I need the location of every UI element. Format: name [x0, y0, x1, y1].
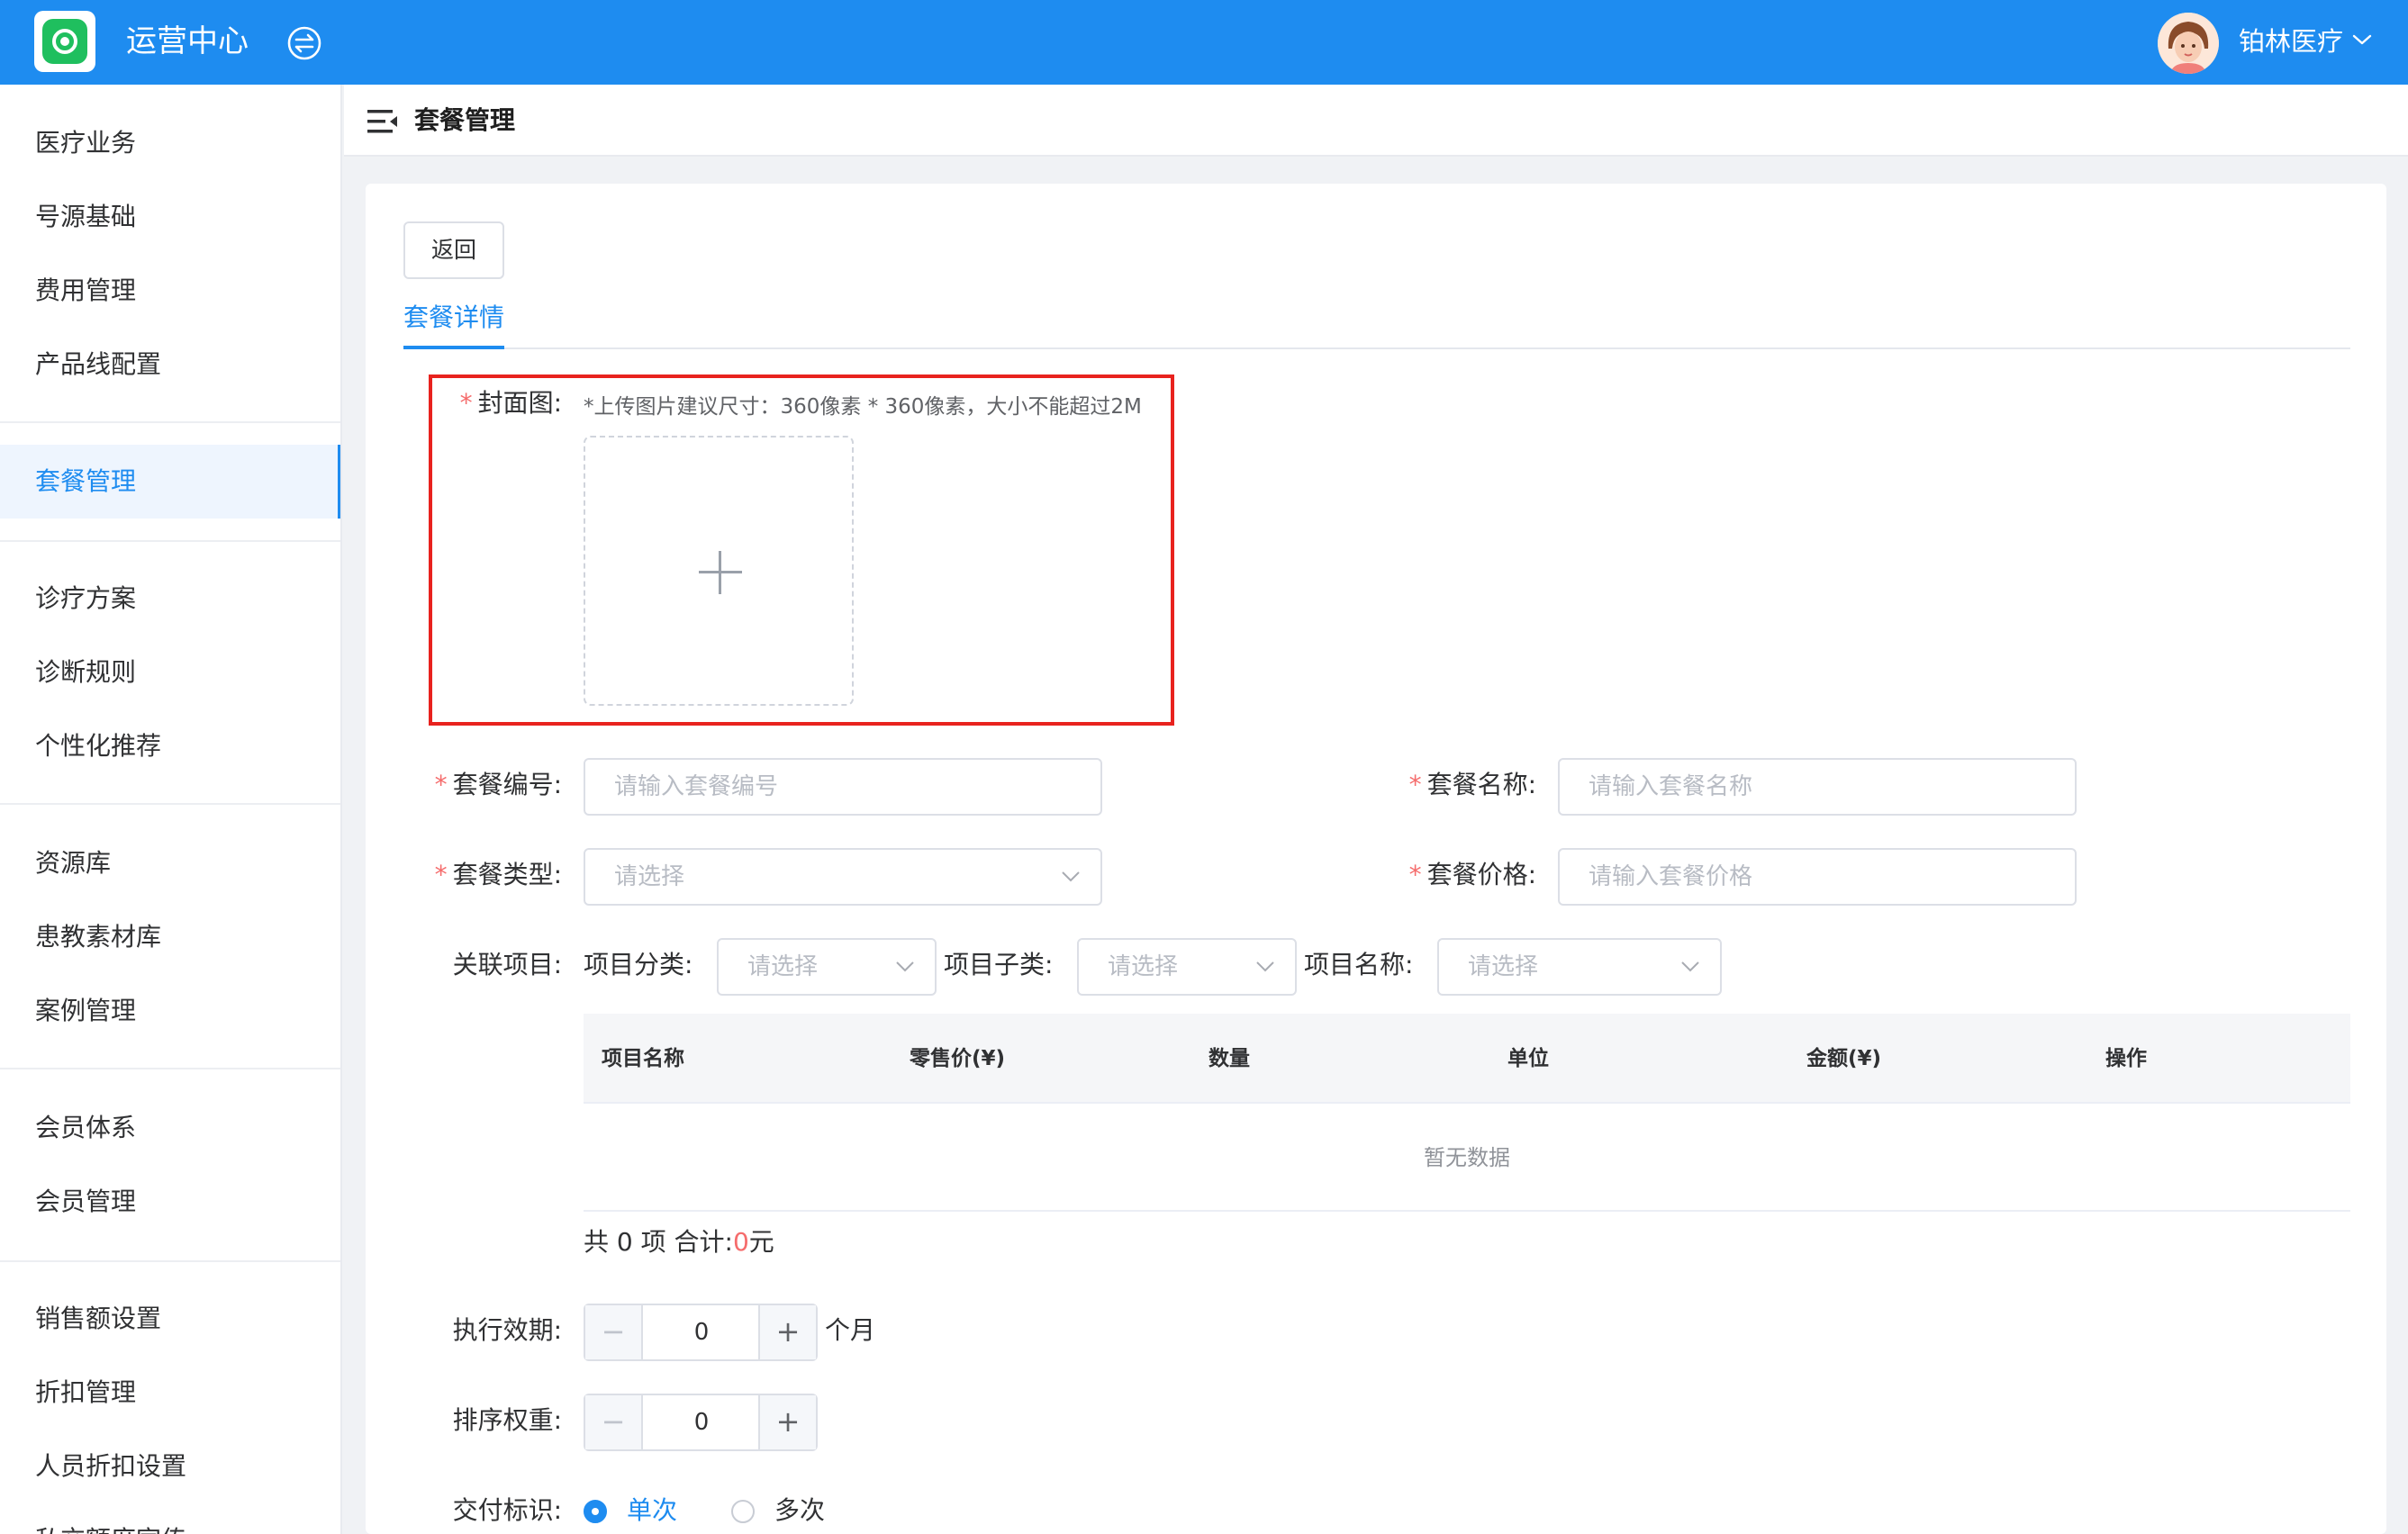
sidebar-item-product-line[interactable]: 产品线配置	[0, 328, 340, 402]
sidebar-divider	[0, 803, 340, 805]
app-logo[interactable]	[34, 11, 95, 72]
page-title: 套餐管理	[414, 105, 516, 135]
delivery-single-label[interactable]: 单次	[627, 1493, 677, 1529]
page-header: 套餐管理	[344, 85, 2408, 157]
table-bottom-border	[584, 1210, 2350, 1212]
sidebar-item-medical-business[interactable]: 医疗业务	[0, 106, 340, 180]
validity-increment-button[interactable]: +	[758, 1305, 816, 1359]
sidebar-item-diagnosis-rules[interactable]: 诊断规则	[0, 636, 340, 709]
chevron-down-icon	[1256, 961, 1274, 972]
items-table-header: 项目名称 零售价(¥) 数量 单位 金额(¥) 操作	[584, 1014, 2350, 1104]
sidebar-divider	[0, 1260, 340, 1262]
package-code-label: * 套餐编号:	[434, 770, 562, 799]
package-name-label: * 套餐名称:	[1408, 770, 1536, 799]
sidebar: 医疗业务 号源基础 费用管理 产品线配置 套餐管理 诊疗方案 诊断规则 个性化推…	[0, 85, 342, 1534]
delivery-single-radio[interactable]	[584, 1500, 607, 1523]
delivery-multiple-label[interactable]: 多次	[774, 1493, 825, 1529]
cover-label: * 封面图:	[459, 388, 562, 418]
table-summary: 共 0 项 合计:0元	[584, 1227, 774, 1257]
package-type-label: * 套餐类型:	[434, 860, 562, 889]
logo-icon	[42, 19, 87, 64]
package-type-select[interactable]: 请选择	[584, 848, 1102, 906]
item-name-label: 项目名称:	[1304, 950, 1414, 979]
sidebar-item-personalized-recommend[interactable]: 个性化推荐	[0, 709, 340, 783]
back-button[interactable]: 返回	[403, 221, 504, 279]
sidebar-item-patient-education[interactable]: 患教素材库	[0, 900, 340, 974]
sidebar-item-treatment-plan[interactable]: 诊疗方案	[0, 562, 340, 636]
chevron-down-icon	[1681, 961, 1699, 972]
top-bar: 运营中心 铂林医疗	[0, 0, 2408, 85]
chevron-down-icon	[1062, 871, 1080, 882]
menu-fold-icon[interactable]	[367, 108, 398, 135]
sidebar-item-staff-discount[interactable]: 人员折扣设置	[0, 1430, 340, 1503]
sidebar-item-resource-library[interactable]: 资源库	[0, 826, 340, 900]
sidebar-item-discount-management[interactable]: 折扣管理	[0, 1356, 340, 1430]
chevron-down-icon	[896, 961, 914, 972]
item-subcategory-label: 项目子类:	[944, 950, 1054, 979]
column-header[interactable]: 操作	[2105, 1041, 2147, 1077]
item-name-select[interactable]: 请选择	[1437, 938, 1722, 996]
item-category-select[interactable]: 请选择	[717, 938, 937, 996]
cover-hint: *上传图片建议尺寸：360像素 * 360像素，大小不能超过2M	[584, 395, 1142, 419]
chevron-down-icon[interactable]	[2352, 31, 2372, 49]
sidebar-item-package-management[interactable]: 套餐管理	[0, 445, 340, 519]
item-name-placeholder: 请选择	[1468, 953, 1539, 980]
item-subcategory-select[interactable]: 请选择	[1077, 938, 1297, 996]
tab-package-detail[interactable]: 套餐详情	[403, 293, 504, 342]
sidebar-item-fee-management[interactable]: 费用管理	[0, 254, 340, 328]
sidebar-divider	[0, 421, 340, 423]
sort-weight-increment-button[interactable]: +	[758, 1395, 816, 1449]
validity-decrement-button[interactable]: −	[585, 1305, 643, 1359]
package-name-input[interactable]: 请输入套餐名称	[1558, 758, 2077, 816]
column-header[interactable]: 单位	[1507, 1041, 1549, 1077]
column-header[interactable]: 零售价(¥)	[910, 1041, 1005, 1077]
switch-arrows-icon[interactable]	[286, 25, 322, 61]
package-type-placeholder: 请选择	[614, 863, 685, 890]
column-header[interactable]: 数量	[1209, 1041, 1250, 1077]
validity-label: 执行效期:	[452, 1315, 562, 1345]
sidebar-divider	[0, 1068, 340, 1069]
item-category-label: 项目分类:	[584, 950, 693, 979]
delivery-multiple-radio[interactable]	[731, 1500, 755, 1523]
validity-stepper: − 0 +	[584, 1304, 818, 1361]
user-name[interactable]: 铂林医疗	[2239, 22, 2343, 61]
table-empty-text: 暂无数据	[1424, 1145, 1510, 1170]
sort-weight-value[interactable]: 0	[645, 1395, 758, 1449]
package-price-label: * 套餐价格:	[1408, 860, 1536, 889]
sidebar-item-member-management[interactable]: 会员管理	[0, 1165, 340, 1239]
item-category-placeholder: 请选择	[747, 953, 819, 980]
sort-weight-stepper: − 0 +	[584, 1394, 818, 1451]
cover-upload-box[interactable]	[584, 436, 854, 706]
sidebar-item-partial[interactable]: 私交额度宣传	[0, 1503, 340, 1534]
delivery-label: 交付标识:	[452, 1495, 562, 1525]
app-title: 运营中心	[126, 23, 249, 59]
sidebar-divider	[0, 540, 340, 542]
avatar-icon	[2158, 13, 2219, 74]
sidebar-item-case-management[interactable]: 案例管理	[0, 974, 340, 1048]
summary-total: 0	[732, 1227, 749, 1257]
package-code-input[interactable]: 请输入套餐编号	[584, 758, 1102, 816]
sort-weight-decrement-button[interactable]: −	[585, 1395, 643, 1449]
package-price-input[interactable]: 请输入套餐价格	[1558, 848, 2077, 906]
sort-weight-label: 排序权重:	[452, 1405, 562, 1435]
item-subcategory-placeholder: 请选择	[1108, 953, 1179, 980]
user-avatar[interactable]	[2158, 13, 2219, 74]
related-items-label: 关联项目:	[452, 950, 562, 979]
tab-active-indicator	[403, 346, 504, 349]
column-header[interactable]: 金额(¥)	[1806, 1041, 1881, 1077]
main-card: 返回 套餐详情 * 封面图: *上传图片建议尺寸：360像素 * 360像素，大小…	[366, 184, 2386, 1534]
sidebar-item-source-basics[interactable]: 号源基础	[0, 180, 340, 254]
column-header[interactable]: 项目名称	[602, 1041, 684, 1077]
validity-unit: 个月	[825, 1315, 876, 1345]
validity-value[interactable]: 0	[645, 1305, 758, 1359]
sidebar-item-membership-system[interactable]: 会员体系	[0, 1091, 340, 1165]
sidebar-item-sales-settings[interactable]: 销售额设置	[0, 1282, 340, 1356]
tab-divider	[403, 347, 2350, 349]
